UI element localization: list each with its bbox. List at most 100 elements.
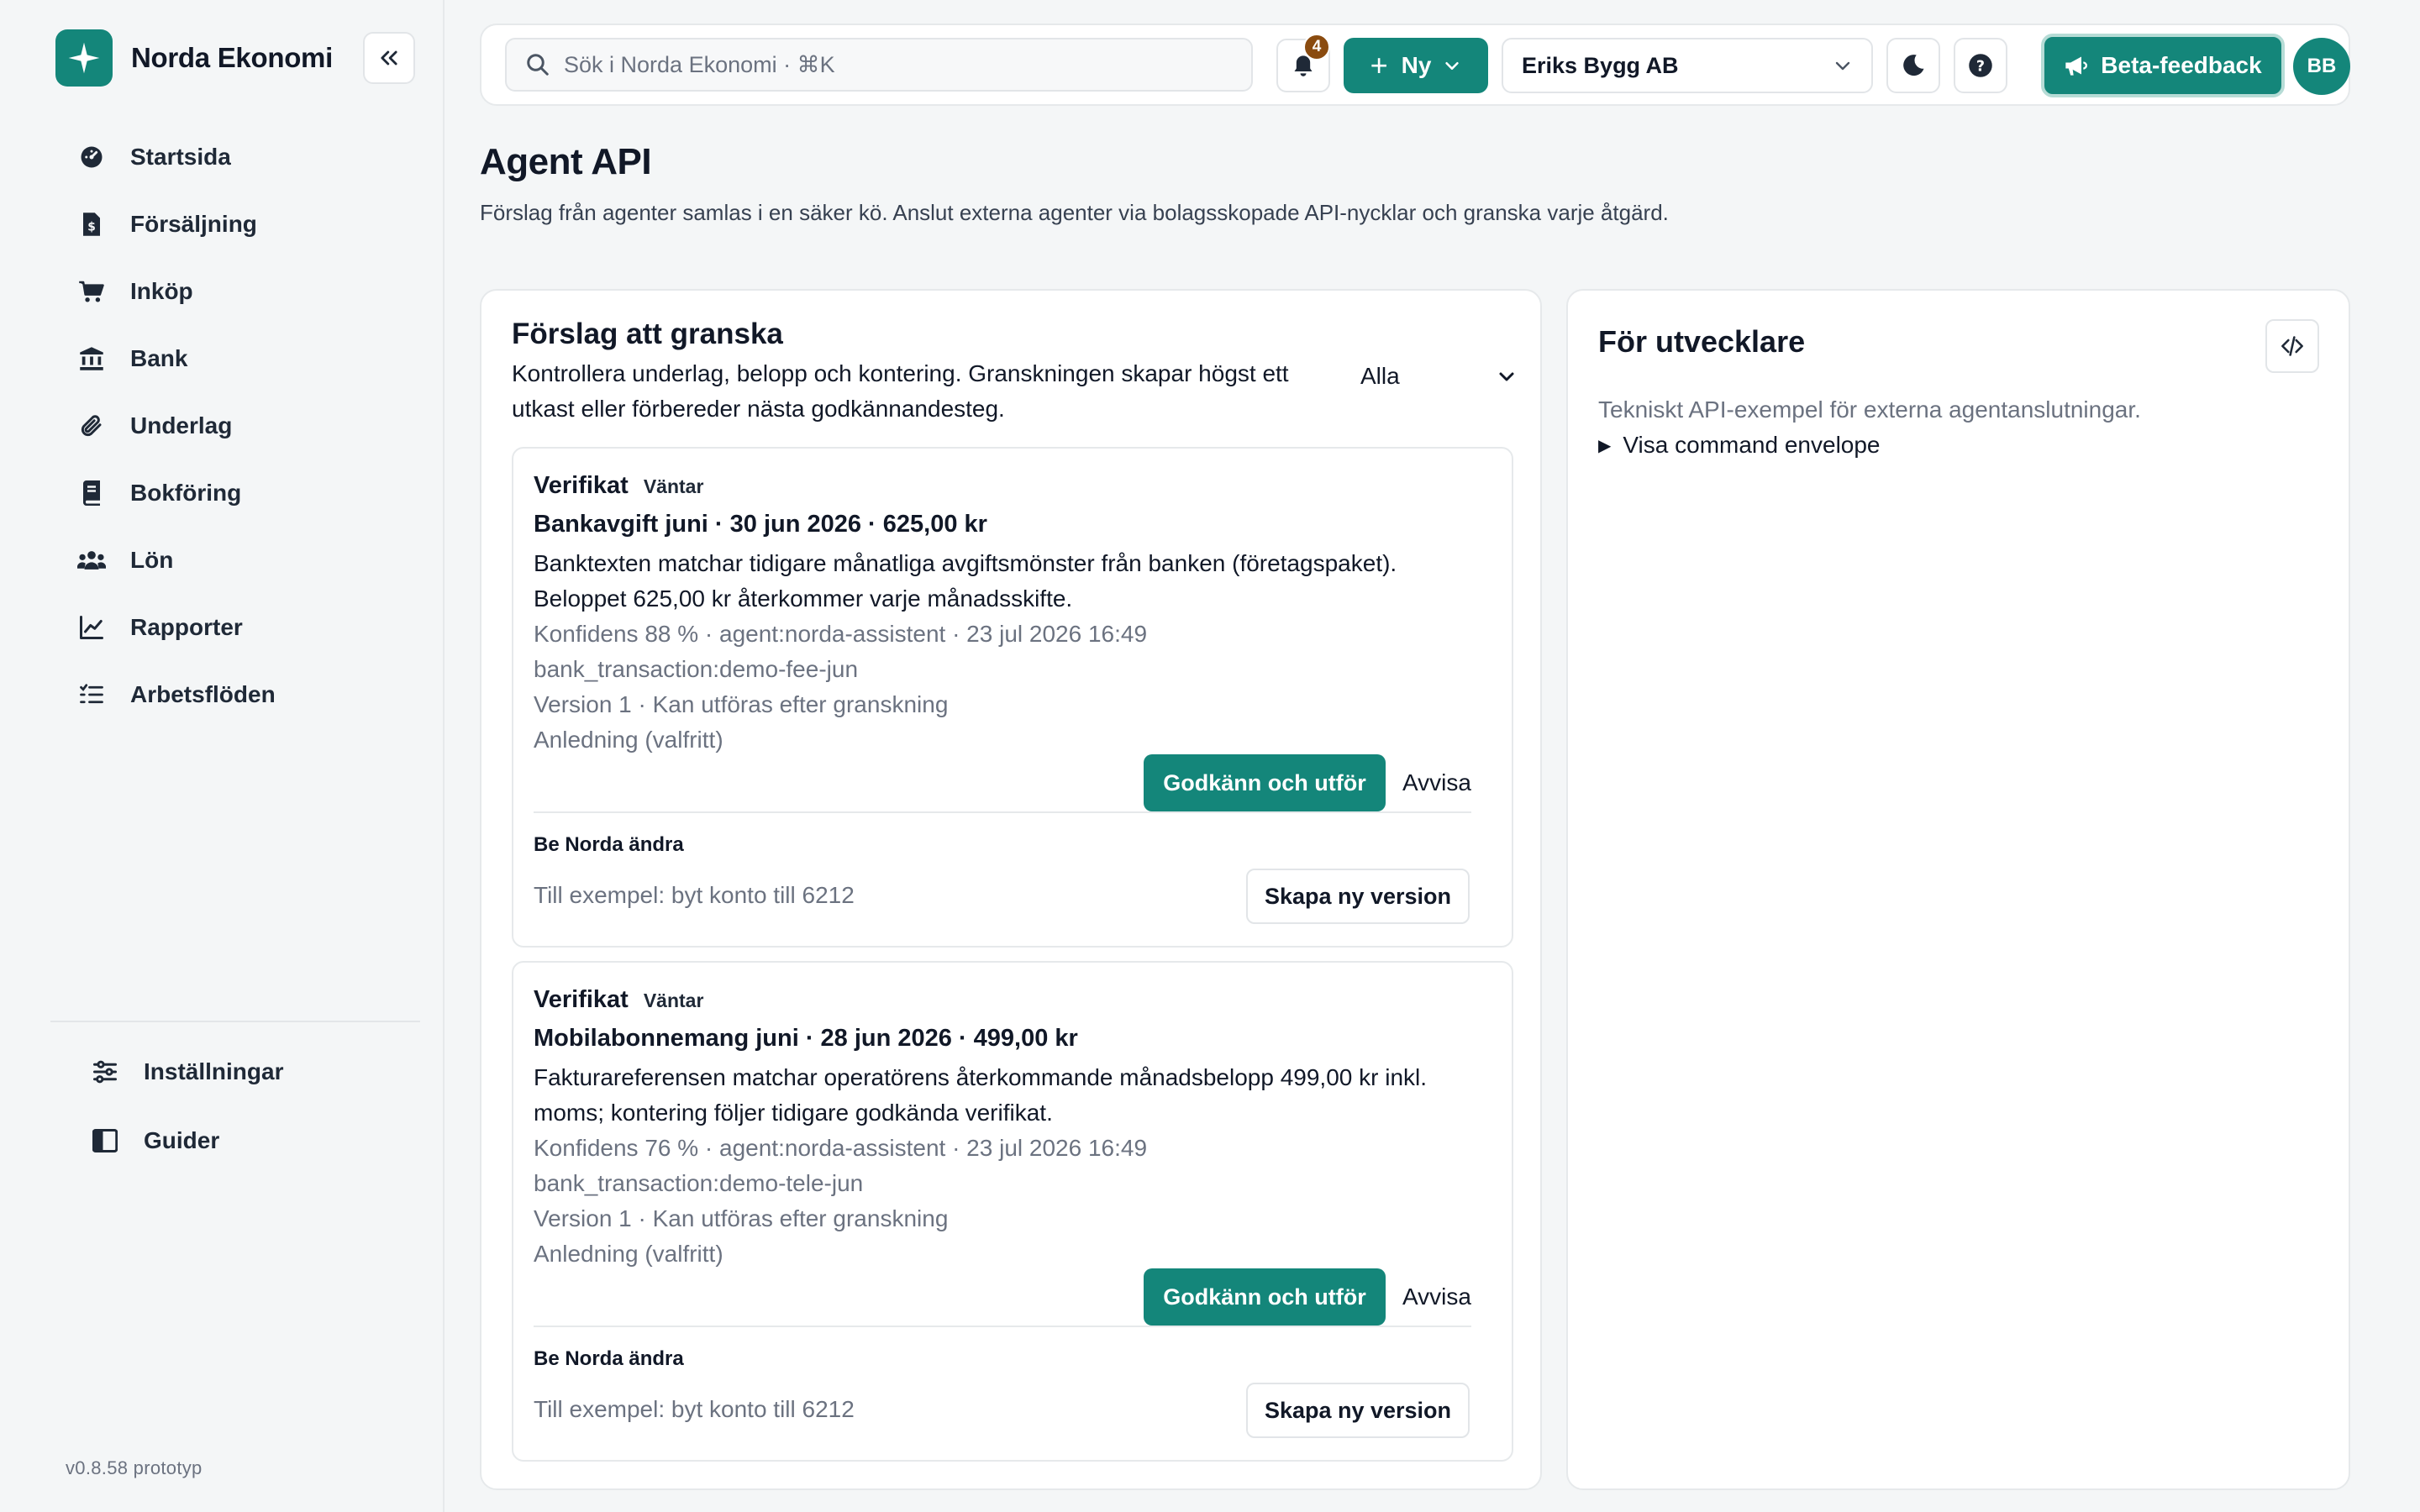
create-version-button[interactable]: Skapa ny version <box>1246 1383 1470 1438</box>
sidebar-item-label: Inköp <box>130 278 193 304</box>
sidebar-nav: Startsida $ Försäljning Inköp Bank Under… <box>75 123 276 728</box>
app-version: v0.8.58 prototyp <box>66 1457 203 1478</box>
change-request-label: Be Norda ändra <box>534 1347 684 1370</box>
approve-button[interactable]: Godkänn och utför <box>1144 754 1386 811</box>
proposal-title: Mobilabonnemang juni · 28 jun 2026 · 499… <box>534 1025 1078 1052</box>
proposal-version: Version 1 · Kan utföras efter granskning <box>534 691 949 717</box>
disclosure-triangle-icon: ▶ <box>1598 436 1612 455</box>
new-button-label: Ny <box>1401 52 1432 78</box>
chevrons-left-icon <box>381 50 397 66</box>
proposal-confidence: Konfidens 88 % · agent:norda-assistent ·… <box>534 621 1148 647</box>
sidebar-divider <box>50 1021 420 1022</box>
change-request-label: Be Norda ändra <box>534 833 684 856</box>
topbar: Sök i Norda Ekonomi · ⌘K 4 + Ny Eriks By… <box>480 24 2350 106</box>
sidebar-item-bank[interactable]: Bank <box>75 325 276 392</box>
help-icon: ? <box>1969 54 1992 77</box>
proposal-reference: bank_transaction:demo-tele-jun <box>534 1170 864 1196</box>
proposal-reference: bank_transaction:demo-fee-jun <box>534 656 859 682</box>
sidebar-item-label: Försäljning <box>130 211 257 237</box>
sliders-icon <box>88 1055 122 1089</box>
status-badge: Väntar <box>643 475 704 497</box>
code-icon <box>2281 336 2303 356</box>
beta-feedback-label: Beta-feedback <box>2101 52 2262 78</box>
company-name: Eriks Bygg AB <box>1522 52 1679 78</box>
reject-button[interactable]: Avvisa <box>1402 769 1471 796</box>
avatar[interactable]: BB <box>2293 38 2350 95</box>
developer-title: För utvecklare <box>1598 324 1806 359</box>
sparkle-logo-icon <box>55 29 113 87</box>
search-input[interactable]: Sök i Norda Ekonomi · ⌘K <box>505 38 1253 92</box>
proposal-card: Verifikat Väntar Bankavgift juni · 30 ju… <box>512 447 1513 948</box>
sidebar-item-label: Rapporter <box>130 614 243 640</box>
reason-input[interactable]: Anledning (valfritt) <box>534 1236 723 1272</box>
sidebar-item-label: Startsida <box>130 144 231 170</box>
chart-icon <box>75 611 108 644</box>
company-select[interactable]: Eriks Bygg AB <box>1502 38 1873 93</box>
dark-mode-toggle[interactable] <box>1886 38 1940 93</box>
book-icon <box>75 476 108 510</box>
command-envelope-toggle[interactable]: ▶ Visa command envelope <box>1598 432 1881 459</box>
chevron-down-icon <box>1445 61 1460 70</box>
proposal-body: Banktexten matchar tidigare månatliga av… <box>534 550 1397 612</box>
notification-count-badge: 4 <box>1303 34 1330 60</box>
change-request-input[interactable]: Till exempel: byt konto till 6212 <box>534 1396 855 1423</box>
card-divider <box>534 1326 1471 1327</box>
developer-description: Tekniskt API-exempel för externa agentan… <box>1598 396 2141 423</box>
svg-text:$: $ <box>87 221 96 234</box>
create-version-button[interactable]: Skapa ny version <box>1246 869 1470 924</box>
new-button[interactable]: + Ny <box>1344 38 1488 93</box>
page-title: Agent API <box>480 141 652 182</box>
collapse-sidebar-button[interactable] <box>363 32 415 84</box>
invoice-icon: $ <box>75 207 108 241</box>
notifications-button[interactable]: 4 <box>1276 34 1330 92</box>
card-divider <box>534 811 1471 813</box>
brand-name: Norda Ekonomi <box>131 42 333 73</box>
sidebar-item-installningar[interactable]: Inställningar <box>88 1037 283 1106</box>
chevron-down-icon <box>1835 61 1850 71</box>
sidebar-item-guider[interactable]: Guider <box>88 1106 283 1175</box>
reason-input[interactable]: Anledning (valfritt) <box>534 722 723 758</box>
brand[interactable]: Norda Ekonomi <box>55 29 333 87</box>
sidebar-bottom-nav: Inställningar Guider <box>88 1037 283 1175</box>
sidebar-item-inkop[interactable]: Inköp <box>75 258 276 325</box>
sidebar-item-lon[interactable]: Lön <box>75 527 276 594</box>
sidebar-item-startsida[interactable]: Startsida <box>75 123 276 191</box>
sidebar-item-rapporter[interactable]: Rapporter <box>75 594 276 661</box>
sidebar-item-label: Underlag <box>130 412 233 438</box>
filter-value: Alla <box>1360 363 1400 389</box>
proposal-title: Bankavgift juni · 30 jun 2026 · 625,00 k… <box>534 511 987 538</box>
status-filter-select[interactable]: Alla <box>1357 358 1517 395</box>
proposal-body: Fakturareferensen matchar operatörens åt… <box>534 1064 1428 1126</box>
sidebar-item-label: Bokföring <box>130 480 242 506</box>
sidebar-item-bokforing[interactable]: Bokföring <box>75 459 276 527</box>
developer-panel: För utvecklare Tekniskt API-exempel för … <box>1566 289 2350 1490</box>
reject-button[interactable]: Avvisa <box>1402 1284 1471 1310</box>
sidebar-item-forsaljning[interactable]: $ Försäljning <box>75 191 276 258</box>
sidebar-item-label: Guider <box>144 1127 220 1153</box>
proposal-confidence: Konfidens 76 % · agent:norda-assistent ·… <box>534 1135 1148 1161</box>
help-button[interactable]: ? <box>1954 38 2007 93</box>
approve-button[interactable]: Godkänn och utför <box>1144 1268 1386 1326</box>
main-content: Sök i Norda Ekonomi · ⌘K 4 + Ny Eriks By… <box>445 0 2420 1512</box>
change-request-input[interactable]: Till exempel: byt konto till 6212 <box>534 882 855 909</box>
sidebar-item-label: Inställningar <box>144 1058 284 1084</box>
search-placeholder: Sök i Norda Ekonomi · ⌘K <box>564 51 835 77</box>
search-icon <box>527 54 549 76</box>
code-view-button[interactable] <box>2265 319 2319 373</box>
proposal-header: Verifikat Väntar <box>534 986 703 1014</box>
status-badge: Väntar <box>643 990 704 1011</box>
beta-feedback-button[interactable]: Beta-feedback <box>2041 34 2285 97</box>
proposal-type: Verifikat <box>534 986 629 1013</box>
review-title: Förslag att granska <box>512 318 783 350</box>
sidebar-item-arbetsfloden[interactable]: Arbetsflöden <box>75 661 276 728</box>
proposal-version: Version 1 · Kan utföras efter granskning <box>534 1205 949 1231</box>
sidebar-item-label: Lön <box>130 547 174 573</box>
app-shell: Norda Ekonomi Startsida $ Försäljning In… <box>28 0 2420 1512</box>
sidebar-item-label: Bank <box>130 345 188 371</box>
command-envelope-label: Visa command envelope <box>1623 432 1881 458</box>
cart-icon <box>75 275 108 308</box>
svg-text:?: ? <box>1976 58 1985 75</box>
sidebar-item-underlag[interactable]: Underlag <box>75 392 276 459</box>
megaphone-icon <box>2065 56 2088 76</box>
page-subtitle: Förslag från agenter samlas i en säker k… <box>480 200 1669 225</box>
